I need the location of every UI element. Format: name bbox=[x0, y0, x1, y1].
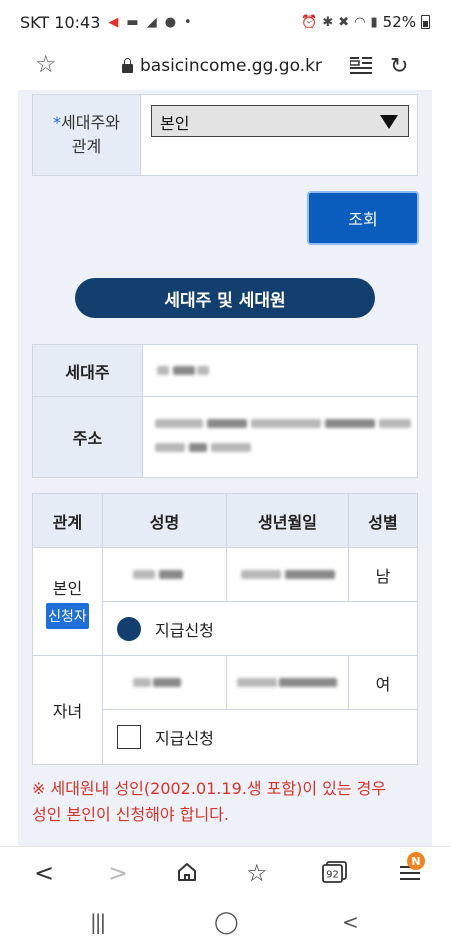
carrier-time: SKT 10:43 bbox=[20, 12, 101, 32]
member-birthdate bbox=[227, 656, 349, 709]
household-info-table: 세대주 주소 bbox=[32, 344, 418, 478]
apply-option[interactable]: 지급신청 bbox=[103, 602, 417, 655]
recent-apps-icon[interactable]: ||| bbox=[90, 910, 106, 934]
member-name bbox=[103, 548, 227, 601]
member-name bbox=[103, 656, 227, 709]
member-relation: 본인 신청자 bbox=[33, 548, 103, 655]
relation-label: *세대주와 관계 bbox=[33, 95, 141, 175]
address-label: 주소 bbox=[33, 397, 143, 477]
lock-icon bbox=[122, 57, 133, 73]
back-nav-icon[interactable]: < bbox=[342, 910, 359, 934]
wifi-icon: ◠ bbox=[354, 14, 366, 30]
message-icon: ▬ bbox=[126, 14, 139, 30]
required-mark: * bbox=[53, 113, 62, 132]
browser-toolbar: < > ☆ 92 bbox=[0, 846, 450, 898]
home-icon[interactable] bbox=[176, 861, 198, 883]
alarm-icon: ⏰ bbox=[301, 14, 318, 30]
members-table: 관계 성명 생년월일 성별 본인 신청자 남 지급신청 자녀 여 지급신청 bbox=[32, 493, 418, 765]
apply-label: 지급신청 bbox=[155, 620, 214, 640]
apply-checkbox[interactable] bbox=[117, 725, 141, 749]
address-value bbox=[143, 397, 417, 477]
applicant-badge: 신청자 bbox=[46, 602, 89, 629]
apply-label: 지급신청 bbox=[155, 729, 214, 748]
reload-icon[interactable]: ↻ bbox=[390, 54, 408, 79]
signal-icon: ▮ bbox=[370, 14, 378, 30]
talk-icon: ● bbox=[164, 14, 177, 30]
head-name-value bbox=[143, 345, 417, 396]
notification-badge: N bbox=[407, 852, 425, 870]
members-header: 관계 성명 생년월일 성별 bbox=[33, 494, 417, 548]
member-row: 본인 신청자 남 지급신청 bbox=[33, 548, 417, 656]
bookmark-star-icon[interactable]: ☆ bbox=[35, 50, 57, 78]
svg-text:92: 92 bbox=[326, 870, 339, 881]
battery-icon bbox=[421, 15, 430, 29]
header-birthdate: 생년월일 bbox=[227, 494, 349, 547]
member-relation: 자녀 bbox=[33, 656, 103, 764]
dropdown-arrow-icon bbox=[380, 115, 398, 129]
reader-mode-icon[interactable] bbox=[350, 56, 372, 76]
head-label: 세대주 bbox=[33, 345, 143, 396]
apply-option[interactable]: 지급신청 bbox=[103, 710, 417, 764]
mute-icon: ✖ bbox=[338, 14, 350, 30]
address-row: 주소 bbox=[33, 397, 417, 477]
battery-percent: 52% bbox=[382, 13, 416, 31]
head-row: 세대주 bbox=[33, 345, 417, 397]
member-birthdate bbox=[227, 548, 349, 601]
home-nav-icon[interactable]: ◯ bbox=[214, 910, 239, 935]
forward-icon[interactable]: > bbox=[108, 859, 128, 887]
header-name: 성명 bbox=[103, 494, 227, 547]
url-bar: ☆ basicincome.gg.go.kr ↻ bbox=[0, 44, 450, 90]
header-gender: 성별 bbox=[368, 512, 398, 532]
tabs-icon[interactable]: 92 bbox=[322, 861, 348, 883]
bookmarks-icon[interactable]: ☆ bbox=[246, 859, 268, 887]
member-gender: 여 bbox=[375, 674, 391, 694]
relation-selected-value: 본인 bbox=[160, 114, 190, 133]
address-field[interactable]: basicincome.gg.go.kr bbox=[122, 56, 322, 76]
send-icon: ◢ bbox=[146, 14, 157, 30]
search-button[interactable]: 조회 bbox=[307, 191, 419, 245]
member-gender: 남 bbox=[375, 566, 391, 586]
notification-icon: ◀ bbox=[108, 14, 119, 30]
dot-icon: • bbox=[184, 14, 192, 30]
status-bar: SKT 10:43 ◀ ▬ ◢ ● • ⏰ ✱ ✖ ◠ ▮ 52% bbox=[0, 0, 450, 44]
bluetooth-icon: ✱ bbox=[322, 14, 334, 30]
relation-row: *세대주와 관계 본인 bbox=[32, 94, 418, 176]
back-icon[interactable]: < bbox=[34, 859, 54, 887]
section-title: 세대주 및 세대원 bbox=[75, 278, 375, 318]
page-content: *세대주와 관계 본인 조회 세대주 및 세대원 세대주 주소 관계 성명 생년… bbox=[18, 90, 432, 846]
member-row: 자녀 여 지급신청 bbox=[33, 656, 417, 764]
apply-radio-selected[interactable] bbox=[117, 616, 141, 641]
url-text: basicincome.gg.go.kr bbox=[140, 56, 322, 76]
relation-select[interactable]: 본인 bbox=[151, 105, 409, 137]
header-relation: 관계 bbox=[33, 494, 103, 547]
system-nav-bar: ||| ◯ < bbox=[0, 898, 450, 951]
notice-text: ※ 세대원내 성인(2002.01.19.생 포함)이 있는 경우 성인 본인이… bbox=[32, 779, 387, 825]
